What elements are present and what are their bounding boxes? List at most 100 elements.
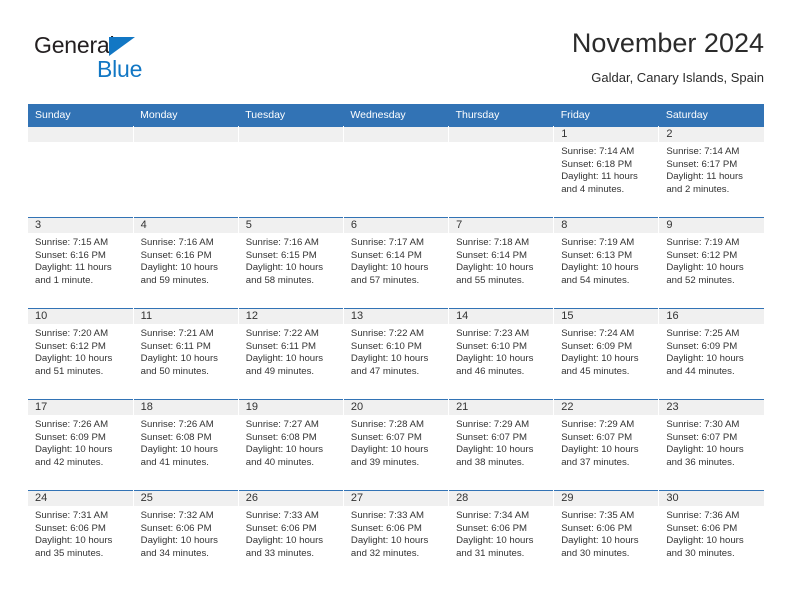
day-number: 25 xyxy=(133,491,238,506)
day-cell-content: 20 Sunrise: 7:28 AM Sunset: 6:07 PM Dayligh… xyxy=(343,400,449,490)
day-number: 9 xyxy=(659,218,764,233)
day-cell-content: 6 Sunrise: 7:17 AM Sunset: 6:14 PM Daylight… xyxy=(343,218,449,308)
sunset-text: Sunset: 6:09 PM xyxy=(35,431,106,443)
day-cell-content: 7 Sunrise: 7:18 AM Sunset: 6:14 PM Daylight… xyxy=(449,218,554,308)
day-number: 12 xyxy=(238,309,343,324)
calendar-day-cell xyxy=(238,126,344,218)
sunrise-text: Sunrise: 7:32 AM xyxy=(140,510,214,521)
calendar-day-cell[interactable]: 29 Sunrise: 7:35 AM Sunset: 6:06 PM Dayligh… xyxy=(553,490,660,581)
day-cell-content: 25 Sunrise: 7:32 AM Sunset: 6:06 PM Dayligh… xyxy=(133,491,238,581)
calendar-day-cell[interactable]: 15 Sunrise: 7:24 AM Sunset: 6:09 PM Dayligh… xyxy=(553,308,660,400)
daylight-text: Daylight: 10 hours and 47 minutes. xyxy=(350,353,429,377)
calendar-day-cell[interactable]: 13 Sunrise: 7:22 AM Sunset: 6:10 PM Dayligh… xyxy=(343,308,450,400)
calendar-day-cell[interactable]: 7 Sunrise: 7:18 AM Sunset: 6:14 PM Daylight… xyxy=(448,217,555,309)
weekday-header-sunday: Sunday xyxy=(28,104,134,127)
sunset-text: Sunset: 6:16 PM xyxy=(140,249,212,261)
calendar-day-cell[interactable]: 23 Sunrise: 7:30 AM Sunset: 6:07 PM Dayligh… xyxy=(658,399,764,491)
sunrise-text: Sunrise: 7:25 AM xyxy=(666,328,740,339)
calendar-day-cell[interactable]: 28 Sunrise: 7:34 AM Sunset: 6:06 PM Dayligh… xyxy=(448,490,555,581)
day-cell-content: 8 Sunrise: 7:19 AM Sunset: 6:13 PM Daylight… xyxy=(554,218,659,308)
calendar-day-cell[interactable]: 10 Sunrise: 7:20 AM Sunset: 6:12 PM Dayligh… xyxy=(28,308,134,400)
calendar-day-cell[interactable]: 27 Sunrise: 7:33 AM Sunset: 6:06 PM Dayligh… xyxy=(343,490,450,581)
calendar-day-cell[interactable]: 24 Sunrise: 7:31 AM Sunset: 6:06 PM Dayligh… xyxy=(28,490,134,581)
logo-triangle-icon xyxy=(109,37,135,56)
sunset-text: Sunset: 6:06 PM xyxy=(140,522,212,534)
sunset-text: Sunset: 6:08 PM xyxy=(140,431,212,443)
day-cell-content: 26 Sunrise: 7:33 AM Sunset: 6:06 PM Dayligh… xyxy=(238,491,343,581)
sunrise-text: Sunrise: 7:19 AM xyxy=(561,237,635,248)
day-cell-content: 18 Sunrise: 7:26 AM Sunset: 6:08 PM Dayligh… xyxy=(133,400,238,490)
day-number: 28 xyxy=(449,491,554,506)
calendar-day-cell[interactable]: 16 Sunrise: 7:25 AM Sunset: 6:09 PM Dayligh… xyxy=(658,308,764,400)
day-details: Sunrise: 7:30 AM Sunset: 6:07 PM Daylight:… xyxy=(659,415,764,469)
calendar-day-cell[interactable]: 5 Sunrise: 7:16 AM Sunset: 6:15 PM Daylight… xyxy=(238,217,344,309)
day-details: Sunrise: 7:21 AM Sunset: 6:11 PM Daylight:… xyxy=(134,324,238,378)
day-number: 15 xyxy=(554,309,659,324)
sunrise-text: Sunrise: 7:14 AM xyxy=(561,146,635,157)
sunrise-text: Sunrise: 7:17 AM xyxy=(350,237,424,248)
day-cell-content: 9 Sunrise: 7:19 AM Sunset: 6:12 PM Daylight… xyxy=(659,218,764,308)
day-details: Sunrise: 7:26 AM Sunset: 6:09 PM Daylight:… xyxy=(28,415,133,469)
calendar-day-cell[interactable]: 1 Sunrise: 7:14 AM Sunset: 6:18 PM Daylight… xyxy=(553,126,660,218)
calendar-day-cell[interactable]: 19 Sunrise: 7:27 AM Sunset: 6:08 PM Dayligh… xyxy=(238,399,344,491)
weekday-header-friday: Friday xyxy=(553,104,659,127)
sunset-text: Sunset: 6:12 PM xyxy=(35,340,106,352)
calendar-day-cell[interactable]: 30 Sunrise: 7:36 AM Sunset: 6:06 PM Dayligh… xyxy=(658,490,764,581)
sunrise-text: Sunrise: 7:21 AM xyxy=(140,328,214,339)
weekday-header-wednesday: Wednesday xyxy=(343,104,449,127)
day-number: 8 xyxy=(554,218,659,233)
day-number: 29 xyxy=(554,491,659,506)
day-details: Sunrise: 7:28 AM Sunset: 6:07 PM Daylight:… xyxy=(344,415,448,469)
daylight-text: Daylight: 10 hours and 58 minutes. xyxy=(245,262,324,286)
calendar-day-cell[interactable]: 2 Sunrise: 7:14 AM Sunset: 6:17 PM Daylight… xyxy=(658,126,764,218)
day-cell-content: 1 Sunrise: 7:14 AM Sunset: 6:18 PM Daylight… xyxy=(554,127,659,217)
calendar-week-row: 10 Sunrise: 7:20 AM Sunset: 6:12 PM Dayligh… xyxy=(28,308,764,400)
daylight-text: Daylight: 10 hours and 57 minutes. xyxy=(350,262,429,286)
page-title: November 2024 xyxy=(571,28,764,58)
day-number: 20 xyxy=(343,400,449,415)
sunrise-text: Sunrise: 7:18 AM xyxy=(456,237,530,248)
day-details: Sunrise: 7:19 AM Sunset: 6:13 PM Daylight:… xyxy=(554,233,658,287)
generalblue-logo[interactable]: General Blue xyxy=(34,32,234,88)
day-cell-content: 30 Sunrise: 7:36 AM Sunset: 6:06 PM Dayligh… xyxy=(659,491,764,581)
sunset-text: Sunset: 6:11 PM xyxy=(245,340,316,352)
calendar-day-cell[interactable]: 18 Sunrise: 7:26 AM Sunset: 6:08 PM Dayligh… xyxy=(133,399,239,491)
calendar-day-cell[interactable]: 20 Sunrise: 7:28 AM Sunset: 6:07 PM Dayligh… xyxy=(343,399,450,491)
calendar-day-cell[interactable]: 26 Sunrise: 7:33 AM Sunset: 6:06 PM Dayligh… xyxy=(238,490,344,581)
calendar-day-cell[interactable]: 6 Sunrise: 7:17 AM Sunset: 6:14 PM Daylight… xyxy=(343,217,450,309)
daylight-text: Daylight: 10 hours and 39 minutes. xyxy=(350,444,429,468)
calendar-day-cell[interactable]: 25 Sunrise: 7:32 AM Sunset: 6:06 PM Dayligh… xyxy=(133,490,239,581)
calendar-day-cell[interactable]: 9 Sunrise: 7:19 AM Sunset: 6:12 PM Daylight… xyxy=(658,217,764,309)
daylight-text: Daylight: 10 hours and 54 minutes. xyxy=(561,262,639,286)
day-details: Sunrise: 7:19 AM Sunset: 6:12 PM Daylight:… xyxy=(659,233,764,287)
day-details: Sunrise: 7:22 AM Sunset: 6:11 PM Daylight:… xyxy=(239,324,343,378)
sunrise-text: Sunrise: 7:20 AM xyxy=(35,328,109,339)
calendar-day-cell xyxy=(28,126,134,218)
calendar-day-cell[interactable]: 8 Sunrise: 7:19 AM Sunset: 6:13 PM Daylight… xyxy=(553,217,660,309)
sunrise-text: Sunrise: 7:16 AM xyxy=(245,237,319,248)
day-cell-content: 3 Sunrise: 7:15 AM Sunset: 6:16 PM Daylight… xyxy=(28,218,133,308)
sunrise-text: Sunrise: 7:31 AM xyxy=(35,510,109,521)
sunrise-text: Sunrise: 7:24 AM xyxy=(561,328,635,339)
calendar-day-cell[interactable]: 14 Sunrise: 7:23 AM Sunset: 6:10 PM Dayligh… xyxy=(448,308,555,400)
day-number: 18 xyxy=(133,400,238,415)
calendar-day-cell[interactable]: 11 Sunrise: 7:21 AM Sunset: 6:11 PM Dayligh… xyxy=(133,308,239,400)
day-details: Sunrise: 7:16 AM Sunset: 6:16 PM Daylight:… xyxy=(134,233,238,287)
calendar-day-cell[interactable]: 21 Sunrise: 7:29 AM Sunset: 6:07 PM Dayligh… xyxy=(448,399,555,491)
logo-text-blue: Blue xyxy=(97,56,143,82)
day-details: Sunrise: 7:14 AM Sunset: 6:18 PM Daylight:… xyxy=(554,142,658,196)
day-details: Sunrise: 7:31 AM Sunset: 6:06 PM Daylight:… xyxy=(28,506,133,560)
calendar-day-cell[interactable]: 4 Sunrise: 7:16 AM Sunset: 6:16 PM Daylight… xyxy=(133,217,239,309)
calendar-day-cell[interactable]: 12 Sunrise: 7:22 AM Sunset: 6:11 PM Dayligh… xyxy=(238,308,344,400)
day-details: Sunrise: 7:32 AM Sunset: 6:06 PM Daylight:… xyxy=(134,506,238,560)
calendar-week-row: 24 Sunrise: 7:31 AM Sunset: 6:06 PM Dayligh… xyxy=(28,490,764,581)
day-cell-content xyxy=(343,127,449,217)
day-cell-content: 4 Sunrise: 7:16 AM Sunset: 6:16 PM Daylight… xyxy=(133,218,238,308)
day-number: 13 xyxy=(343,309,449,324)
calendar-day-cell[interactable]: 22 Sunrise: 7:29 AM Sunset: 6:07 PM Dayligh… xyxy=(553,399,660,491)
day-details: Sunrise: 7:33 AM Sunset: 6:06 PM Daylight:… xyxy=(239,506,343,560)
calendar-day-cell[interactable]: 3 Sunrise: 7:15 AM Sunset: 6:16 PM Daylight… xyxy=(28,217,134,309)
daylight-text: Daylight: 10 hours and 50 minutes. xyxy=(140,353,218,377)
calendar-week-row: 17 Sunrise: 7:26 AM Sunset: 6:09 PM Dayligh… xyxy=(28,399,764,491)
calendar-day-cell[interactable]: 17 Sunrise: 7:26 AM Sunset: 6:09 PM Dayligh… xyxy=(28,399,134,491)
